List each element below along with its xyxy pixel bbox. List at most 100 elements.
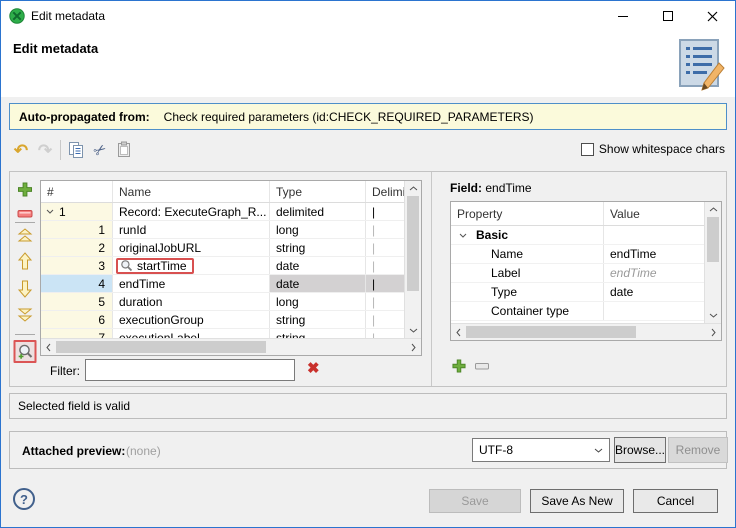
field-panel-title: Field: endTime [450,181,532,195]
record-name: Record: ExecuteGraph_R... [113,203,270,220]
chevron-up-icon [709,207,718,212]
browse-button[interactable]: Browse... [614,437,666,463]
starttime-annotation-box: startTime [116,258,194,274]
property-row[interactable]: Type date [451,283,704,302]
move-top-button[interactable] [17,228,33,245]
save-as-new-button[interactable]: Save As New [530,489,624,513]
minimize-button[interactable] [600,1,645,31]
scroll-thumb[interactable] [707,217,719,262]
scroll-left-button[interactable] [41,339,56,356]
status-message: Selected field is valid [18,399,130,413]
extract-fields-button[interactable] [17,343,34,360]
close-button[interactable] [690,1,735,31]
arrow-down-icon [18,280,32,298]
app-logo-icon [9,8,25,24]
chevron-down-icon [594,448,603,453]
filter-input[interactable] [85,359,295,381]
add-property-button[interactable] [452,359,466,373]
fields-horizontal-scrollbar[interactable] [41,338,421,355]
property-row[interactable]: Name endTime [451,245,704,264]
filter-clear-button[interactable]: ✖ [307,361,320,376]
field-row-starttime[interactable]: 3 startTime date [41,257,404,275]
record-row[interactable]: 1 Record: ExecuteGraph_R... delimited | [41,203,404,221]
paste-button[interactable] [112,138,136,162]
arrow-up-icon [18,252,32,270]
encoding-value: UTF-8 [479,443,513,457]
fields-vertical-scrollbar[interactable] [404,181,421,338]
encoding-select[interactable]: UTF-8 [472,438,610,462]
chevron-left-icon [46,343,51,352]
strip-separator [15,222,35,223]
scroll-down-button[interactable] [405,323,422,338]
show-whitespace-checkbox[interactable]: Show whitespace chars [581,142,725,156]
metadata-editor-icon [675,37,725,93]
page-title: Edit metadata [13,41,98,56]
plus-icon [18,182,33,197]
field-row[interactable]: 5 duration long | [41,293,404,311]
field-row[interactable]: 6 executionGroup string | [41,311,404,329]
scroll-right-button[interactable] [706,324,721,341]
field-row-clipped[interactable]: 7 executionLabel string | [41,329,404,338]
scroll-right-button[interactable] [406,339,421,356]
cancel-button[interactable]: Cancel [633,489,718,513]
save-button[interactable]: Save [429,489,521,513]
maximize-button[interactable] [645,1,690,31]
property-row[interactable]: Container type [451,302,704,321]
scroll-down-button[interactable] [705,308,722,323]
cut-icon: ✂ [91,140,110,160]
scroll-up-button[interactable] [405,181,422,196]
chevron-down-icon [709,313,718,318]
remove-button[interactable]: Remove [668,437,728,463]
expand-chevron-icon[interactable] [46,209,54,214]
edit-metadata-dialog: Edit metadata Edit metadata [0,0,736,528]
property-group-row[interactable]: Basic [451,226,704,245]
column-header-name[interactable]: Name [113,181,270,202]
scroll-thumb[interactable] [466,326,636,338]
scroll-thumb[interactable] [56,341,266,353]
field-row[interactable]: 2 originalJobURL string | [41,239,404,257]
redo-button[interactable]: ↷ [33,138,57,162]
property-horizontal-scrollbar[interactable] [451,323,721,340]
add-field-button[interactable] [18,182,33,200]
cut-button[interactable]: ✂ [88,138,112,162]
column-header-delimiter[interactable]: Delimiter [366,181,404,202]
chevron-right-icon [711,328,716,337]
toolbar-separator [60,140,61,160]
expand-chevron-icon[interactable] [459,233,467,238]
double-chevron-down-icon [17,308,33,322]
help-button[interactable]: ? [13,488,35,510]
edit-toolbar: ↶ ↷ ✂ [9,137,136,163]
paste-icon [115,141,133,159]
field-row[interactable]: 1 runId long | [41,221,404,239]
property-vertical-scrollbar[interactable] [704,202,721,323]
fields-table-header: # Name Type Delimiter [41,181,404,203]
scroll-left-button[interactable] [451,324,466,341]
validation-status: Selected field is valid [9,393,727,419]
filter-label: Filter: [50,364,80,378]
move-bottom-button[interactable] [17,308,33,325]
remove-property-button[interactable] [475,363,489,370]
panel-sash[interactable] [431,172,432,386]
scroll-thumb[interactable] [407,196,419,291]
field-row-selected[interactable]: 4 endTime date | [41,275,404,293]
copy-button[interactable] [64,138,88,162]
undo-icon: ↶ [14,142,28,159]
fields-rows: 1 Record: ExecuteGraph_R... delimited | … [41,203,404,338]
scroll-up-button[interactable] [705,202,722,217]
column-header-num[interactable]: # [41,181,113,202]
attached-preview-label: Attached preview: [22,444,125,458]
property-row[interactable]: Label endTime [451,264,704,283]
footer-buttons: Save Save As New Cancel [429,489,718,513]
column-header-type[interactable]: Type [270,181,366,202]
attached-preview-value: (none) [126,444,161,458]
chevron-down-icon [409,328,418,333]
remove-field-button[interactable] [18,207,33,221]
copy-icon [67,141,85,159]
column-header-property[interactable]: Property [451,202,604,225]
move-up-button[interactable] [18,252,32,273]
undo-button[interactable]: ↶ [9,138,33,162]
property-table-header: Property Value [451,202,704,226]
column-header-value[interactable]: Value [604,202,704,225]
move-down-button[interactable] [18,280,32,301]
title-bar: Edit metadata [1,1,735,31]
